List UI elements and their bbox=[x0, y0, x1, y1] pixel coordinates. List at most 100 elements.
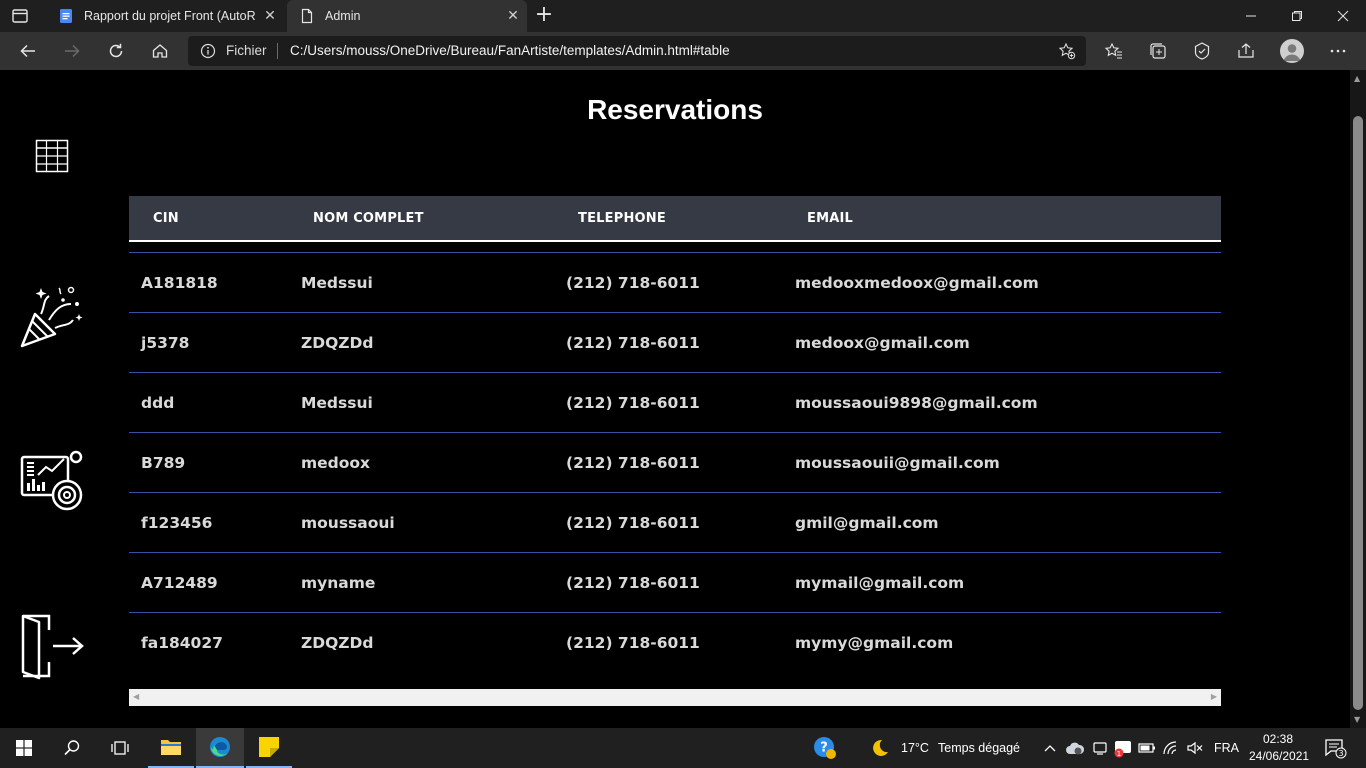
column-header-nom[interactable]: NOM COMPLET bbox=[313, 211, 424, 226]
column-header-cin[interactable]: CIN bbox=[153, 211, 179, 226]
table-body: A181818 Medssui (212) 718-6011 medooxmedoox… bbox=[129, 252, 1221, 672]
tab-actions-icon[interactable] bbox=[10, 6, 34, 26]
cell-email: gmil@gmail.com bbox=[795, 513, 939, 532]
table-row[interactable]: f123456 moussaoui (212) 718-6011 gmil@gmail… bbox=[129, 492, 1221, 552]
notification-count: 3 bbox=[1338, 749, 1343, 758]
wifi-icon[interactable] bbox=[1160, 728, 1182, 768]
cell-cin: j5378 bbox=[141, 333, 190, 352]
cell-cin: ddd bbox=[141, 393, 175, 412]
column-header-email[interactable]: EMAIL bbox=[807, 211, 853, 226]
app-tray-icon[interactable]: 1 bbox=[1112, 728, 1134, 768]
address-bar[interactable]: Fichier C:/Users/mouss/OneDrive/Bureau/F… bbox=[188, 36, 1086, 66]
cell-cin: fa184027 bbox=[141, 633, 223, 652]
logout-icon[interactable] bbox=[19, 614, 85, 684]
cell-nom-complet: Medssui bbox=[301, 273, 373, 292]
analytics-dashboard-icon[interactable] bbox=[20, 449, 86, 519]
taskbar: ? 17°C Temps dégagé 1 FRA 02:38 24/06/20… bbox=[0, 728, 1366, 768]
cell-nom-complet: moussaoui bbox=[301, 513, 395, 532]
column-header-telephone[interactable]: TELEPHONE bbox=[578, 211, 666, 226]
cell-nom-complet: ZDQZDd bbox=[301, 333, 374, 352]
collections-icon[interactable] bbox=[1148, 41, 1168, 61]
cell-email: mymy@gmail.com bbox=[795, 633, 954, 652]
onedrive-icon[interactable] bbox=[1064, 728, 1086, 768]
device-icon[interactable] bbox=[1090, 728, 1110, 768]
tab-rapport[interactable]: Rapport du projet Front (AutoRe ✕ bbox=[46, 0, 284, 32]
search-icon[interactable] bbox=[48, 728, 96, 768]
close-window-icon[interactable] bbox=[1320, 0, 1366, 32]
horizontal-scrollbar[interactable]: ◀ ▶ bbox=[129, 689, 1221, 706]
refresh-icon[interactable] bbox=[102, 39, 130, 63]
table-header: CIN NOM COMPLET TELEPHONE EMAIL bbox=[129, 196, 1221, 242]
more-menu-icon[interactable] bbox=[1328, 41, 1348, 61]
cell-nom-complet: medoox bbox=[301, 453, 371, 472]
scroll-left-icon[interactable]: ◀ bbox=[133, 692, 139, 701]
tab-label: Admin bbox=[325, 9, 361, 23]
tab-admin[interactable]: Admin ✕ bbox=[287, 0, 527, 32]
party-popper-icon[interactable] bbox=[19, 284, 85, 354]
scroll-up-icon[interactable]: ▲ bbox=[1354, 74, 1360, 83]
table-row[interactable]: B789 medoox (212) 718-6011 moussaouii@gmail… bbox=[129, 432, 1221, 492]
scroll-thumb[interactable] bbox=[1353, 116, 1363, 710]
cell-email: medooxmedoox@gmail.com bbox=[795, 273, 1039, 292]
cell-telephone: (212) 718-6011 bbox=[566, 573, 700, 592]
cell-telephone: (212) 718-6011 bbox=[566, 333, 700, 352]
moon-weather-icon bbox=[866, 728, 894, 768]
new-tab-icon[interactable]: + bbox=[532, 4, 556, 28]
favorites-icon[interactable] bbox=[1104, 41, 1124, 61]
cell-telephone: (212) 718-6011 bbox=[566, 453, 700, 472]
cell-cin: B789 bbox=[141, 453, 186, 472]
url-text[interactable]: C:/Users/mouss/OneDrive/Bureau/FanArtist… bbox=[290, 43, 730, 58]
notifications-icon[interactable]: 3 bbox=[1318, 728, 1352, 768]
task-view-icon[interactable] bbox=[96, 728, 144, 768]
cell-cin: f123456 bbox=[141, 513, 213, 532]
scroll-down-icon[interactable]: ▼ bbox=[1354, 715, 1360, 724]
add-favorite-icon[interactable] bbox=[1058, 42, 1076, 60]
cell-email: moussaouii@gmail.com bbox=[795, 453, 1000, 472]
edge-browser-icon[interactable] bbox=[196, 728, 244, 768]
minimize-icon[interactable] bbox=[1228, 0, 1274, 32]
table-icon[interactable] bbox=[35, 139, 69, 177]
table-row[interactable]: A181818 Medssui (212) 718-6011 medooxmedoox… bbox=[129, 252, 1221, 312]
weather-description[interactable]: Temps dégagé bbox=[938, 741, 1020, 755]
clock-date[interactable]: 24/06/2021 bbox=[1249, 749, 1309, 763]
close-tab-icon[interactable]: ✕ bbox=[499, 8, 527, 24]
file-explorer-icon[interactable] bbox=[148, 728, 194, 768]
cell-telephone: (212) 718-6011 bbox=[566, 513, 700, 532]
restore-icon[interactable] bbox=[1274, 0, 1320, 32]
table-row[interactable]: ddd Medssui (212) 718-6011 moussaoui9898@gm… bbox=[129, 372, 1221, 432]
cell-email: medoox@gmail.com bbox=[795, 333, 970, 352]
weather-temperature[interactable]: 17°C bbox=[901, 741, 929, 755]
cell-email: mymail@gmail.com bbox=[795, 573, 965, 592]
info-icon[interactable] bbox=[200, 43, 216, 59]
tray-badge-count: 1 bbox=[1117, 750, 1121, 758]
battery-icon[interactable] bbox=[1136, 728, 1158, 768]
volume-muted-icon[interactable] bbox=[1184, 728, 1206, 768]
forward-icon[interactable] bbox=[58, 39, 86, 63]
scroll-right-icon[interactable]: ▶ bbox=[1211, 692, 1217, 701]
browser-essentials-icon[interactable] bbox=[1192, 41, 1212, 61]
page-title: Reservations bbox=[587, 94, 763, 125]
show-hidden-icons-icon[interactable] bbox=[1040, 728, 1060, 768]
docs-icon bbox=[58, 8, 74, 24]
close-tab-icon[interactable]: ✕ bbox=[256, 8, 284, 24]
browser-tab-strip: Rapport du projet Front (AutoRe ✕ Admin … bbox=[0, 0, 1366, 32]
tab-label: Rapport du projet Front (AutoRe bbox=[84, 9, 256, 23]
scheme-label: Fichier bbox=[226, 43, 267, 58]
sticky-notes-icon[interactable] bbox=[246, 728, 292, 768]
table-row[interactable]: A712489 myname (212) 718-6011 mymail@gmail.… bbox=[129, 552, 1221, 612]
share-icon[interactable] bbox=[1236, 41, 1256, 61]
windows-start-icon[interactable] bbox=[0, 728, 48, 768]
home-icon[interactable] bbox=[146, 39, 174, 63]
help-icon[interactable]: ? bbox=[810, 728, 840, 768]
page-content: Reservations CIN NOM COMPLET TELEPHONE E… bbox=[0, 70, 1350, 728]
clock-time[interactable]: 02:38 bbox=[1263, 732, 1293, 746]
profile-avatar[interactable] bbox=[1280, 39, 1304, 63]
table-row[interactable]: fa184027 ZDQZDd (212) 718-6011 mymy@gmail.c… bbox=[129, 612, 1221, 672]
vertical-scrollbar[interactable]: ▲ ▼ bbox=[1350, 70, 1366, 728]
reservations-table: CIN NOM COMPLET TELEPHONE EMAIL A181818 M… bbox=[129, 196, 1221, 672]
back-icon[interactable] bbox=[14, 39, 42, 63]
cell-cin: A712489 bbox=[141, 573, 218, 592]
cell-telephone: (212) 718-6011 bbox=[566, 273, 700, 292]
language-indicator[interactable]: FRA bbox=[1214, 741, 1239, 755]
table-row[interactable]: j5378 ZDQZDd (212) 718-6011 medoox@gmail.co… bbox=[129, 312, 1221, 372]
